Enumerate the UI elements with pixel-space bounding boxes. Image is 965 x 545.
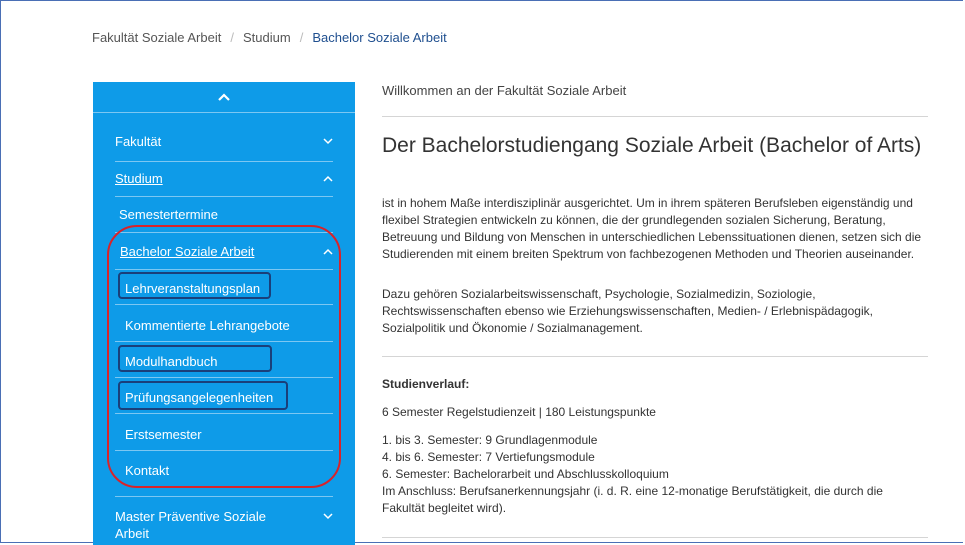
sidebar-item-kommentierte-lehrangebote[interactable]: Kommentierte Lehrangebote (125, 318, 290, 333)
divider (115, 413, 333, 414)
divider (115, 341, 333, 342)
breadcrumb-separator: / (230, 30, 234, 45)
sidebar-item-modulhandbuch[interactable]: Modulhandbuch (125, 354, 218, 369)
chevron-up-icon (218, 93, 230, 101)
semester-line: 4. bis 6. Semester: 7 Vertiefungsmodule (382, 450, 595, 464)
sidebar-item-label: Master Präventive Soziale Arbeit (115, 509, 267, 541)
sidebar-item-lehrveranstaltungsplan[interactable]: Lehrveranstaltungsplan (125, 281, 260, 296)
sidebar-item-kontakt[interactable]: Kontakt (125, 463, 169, 478)
breadcrumb-item-studium[interactable]: Studium (243, 30, 291, 45)
sidebar-item-bachelor[interactable]: Bachelor Soziale Arbeit (120, 244, 333, 259)
intro-paragraph-2: Dazu gehören Sozialarbeitswissenschaft, … (382, 287, 873, 335)
divider (115, 196, 333, 197)
sidebar-item-label: Bachelor Soziale Arbeit (120, 244, 255, 259)
sidebar-item-label: Fakultät (115, 134, 162, 149)
sidebar-item-semestertermine[interactable]: Semestertermine (119, 207, 218, 222)
divider (382, 356, 928, 357)
breadcrumb-item-current[interactable]: Bachelor Soziale Arbeit (312, 30, 446, 45)
sidebar-item-erstsemester[interactable]: Erstsemester (125, 427, 202, 442)
divider (382, 537, 928, 538)
breadcrumb: Fakultät Soziale Arbeit / Studium / Bach… (92, 30, 447, 45)
sidebar-item-fakultaet[interactable]: Fakultät (115, 134, 333, 149)
sidebar-nav: Fakultät Studium Semestertermine Bachelo… (93, 82, 355, 545)
sidebar-item-master[interactable]: Master Präventive Soziale Arbeit (115, 508, 333, 542)
semester-line: 6. Semester: Bachelorarbeit und Abschlus… (382, 467, 669, 481)
chevron-down-icon (323, 138, 333, 145)
page-title: Der Bachelorstudiengang Soziale Arbeit (… (382, 134, 922, 157)
studienverlauf-heading: Studienverlauf: (382, 377, 470, 391)
sidebar-item-label: Studium (115, 171, 163, 186)
breadcrumb-separator: / (299, 30, 304, 45)
chevron-up-icon (323, 175, 333, 182)
divider (115, 304, 333, 305)
anschluss-text: Im Anschluss: Berufsanerkennungsjahr (i.… (382, 484, 883, 515)
divider (382, 116, 928, 117)
divider (115, 377, 333, 378)
divider (115, 232, 333, 233)
chevron-up-icon (323, 248, 333, 255)
divider (115, 269, 333, 270)
sidebar-collapse-button[interactable] (93, 82, 355, 113)
sidebar-item-pruefungsangelegenheiten[interactable]: Prüfungsangelegenheiten (125, 390, 273, 405)
divider (115, 496, 333, 497)
semester-line: 1. bis 3. Semester: 9 Grundlagenmodule (382, 433, 598, 447)
breadcrumb-item-fakultaet[interactable]: Fakultät Soziale Arbeit (92, 30, 221, 45)
chevron-down-icon (323, 513, 333, 520)
divider (115, 161, 333, 162)
intro-paragraph: ist in hohem Maße interdisziplinär ausge… (382, 196, 922, 261)
regelstudienzeit-text: 6 Semester Regelstudienzeit | 180 Leistu… (382, 405, 656, 419)
sidebar-item-studium[interactable]: Studium (115, 171, 333, 186)
welcome-text: Willkommen an der Fakultät Soziale Arbei… (382, 83, 627, 98)
divider (115, 450, 333, 451)
